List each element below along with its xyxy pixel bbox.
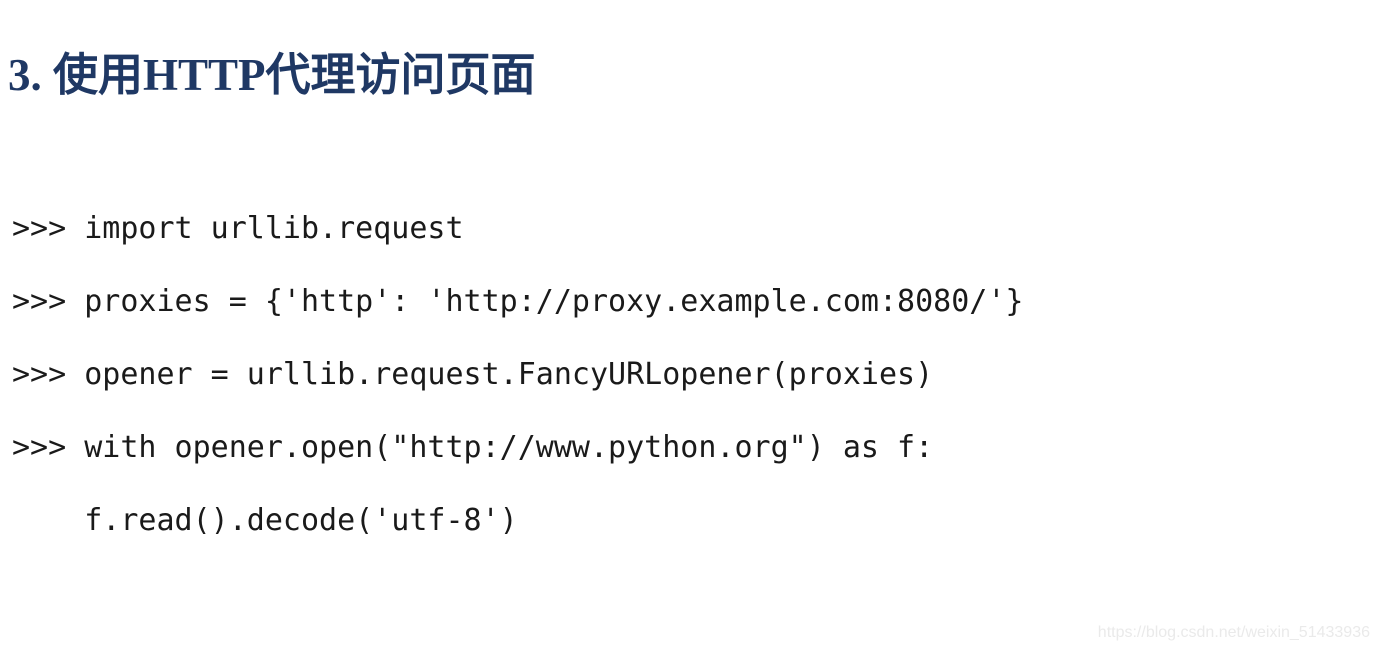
watermark: https://blog.csdn.net/weixin_51433936 (1097, 624, 1370, 641)
code-block: >>> import urllib.request >>> proxies = … (12, 192, 1352, 557)
code-line: >>> proxies = {'http': 'http://proxy.exa… (12, 284, 1024, 319)
code-line: >>> with opener.open("http://www.python.… (12, 430, 934, 465)
page-title: 3. 使用HTTP代理访问页面 (8, 50, 536, 101)
code-line: >>> import urllib.request (12, 211, 464, 246)
slide-canvas: 3. 使用HTTP代理访问页面 >>> import urllib.reques… (0, 0, 1380, 654)
code-line: f.read().decode('utf-8') (12, 503, 518, 538)
code-line: >>> opener = urllib.request.FancyURLopen… (12, 357, 934, 392)
